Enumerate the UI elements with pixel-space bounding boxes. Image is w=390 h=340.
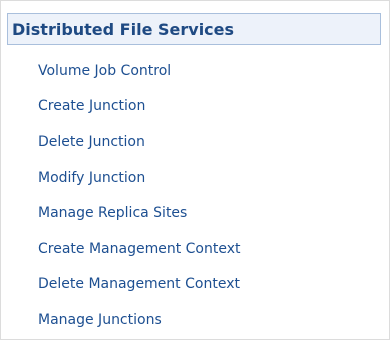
menu-item-delete-junction[interactable]: Delete Junction — [1, 124, 389, 160]
menu-item-modify-junction[interactable]: Modify Junction — [1, 160, 389, 196]
nav-panel: Distributed File Services Volume Job Con… — [0, 0, 390, 340]
menu-item-create-junction[interactable]: Create Junction — [1, 89, 389, 125]
section-header-distributed-file-services[interactable]: Distributed File Services — [7, 13, 381, 45]
menu-item-create-management-context[interactable]: Create Management Context — [1, 231, 389, 267]
menu-item-manage-junctions[interactable]: Manage Junctions — [1, 302, 389, 338]
menu-item-manage-replica-sites[interactable]: Manage Replica Sites — [1, 195, 389, 231]
menu-item-volume-job-control[interactable]: Volume Job Control — [1, 53, 389, 89]
menu-list: Volume Job Control Create Junction Delet… — [1, 53, 389, 338]
menu-item-delete-management-context[interactable]: Delete Management Context — [1, 267, 389, 303]
